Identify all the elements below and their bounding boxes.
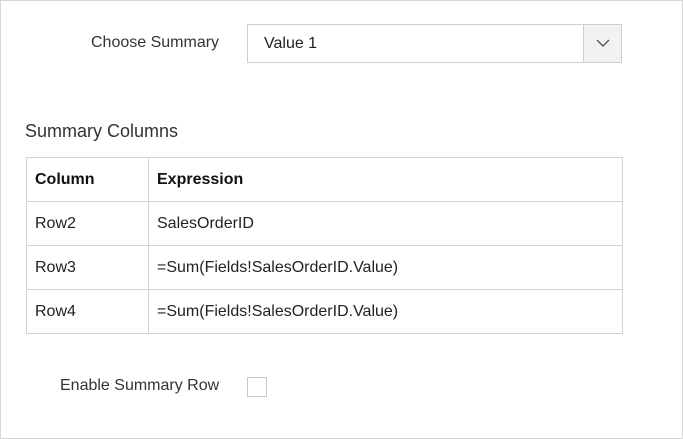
dropdown-toggle-button[interactable] bbox=[583, 25, 621, 62]
table-row[interactable]: Row3 =Sum(Fields!SalesOrderID.Value) bbox=[26, 245, 623, 290]
enable-summary-row-label: Enable Summary Row bbox=[60, 377, 220, 394]
summary-settings-panel: Choose Summary Value 1 Summary Columns C… bbox=[0, 0, 683, 439]
summary-columns-table: Column Expression Row2 SalesOrderID Row3… bbox=[26, 157, 623, 334]
table-row[interactable]: Row4 =Sum(Fields!SalesOrderID.Value) bbox=[26, 289, 623, 334]
enable-summary-row-checkbox[interactable] bbox=[247, 377, 267, 397]
column-header: Column bbox=[26, 157, 149, 202]
choose-summary-label: Choose Summary bbox=[91, 34, 220, 51]
table-row[interactable]: Row2 SalesOrderID bbox=[26, 201, 623, 246]
table-header-row: Column Expression bbox=[26, 157, 623, 202]
column-cell[interactable]: Row3 bbox=[26, 245, 149, 290]
chevron-down-icon bbox=[596, 39, 609, 47]
choose-summary-value: Value 1 bbox=[264, 35, 318, 52]
expression-cell[interactable]: =Sum(Fields!SalesOrderID.Value) bbox=[148, 289, 623, 334]
column-cell[interactable]: Row2 bbox=[26, 201, 149, 246]
expression-cell[interactable]: SalesOrderID bbox=[148, 201, 623, 246]
column-cell[interactable]: Row4 bbox=[26, 289, 149, 334]
expression-cell[interactable]: =Sum(Fields!SalesOrderID.Value) bbox=[148, 245, 623, 290]
expression-header: Expression bbox=[148, 157, 623, 202]
choose-summary-dropdown[interactable]: Value 1 bbox=[247, 24, 622, 63]
summary-columns-title: Summary Columns bbox=[25, 121, 179, 141]
